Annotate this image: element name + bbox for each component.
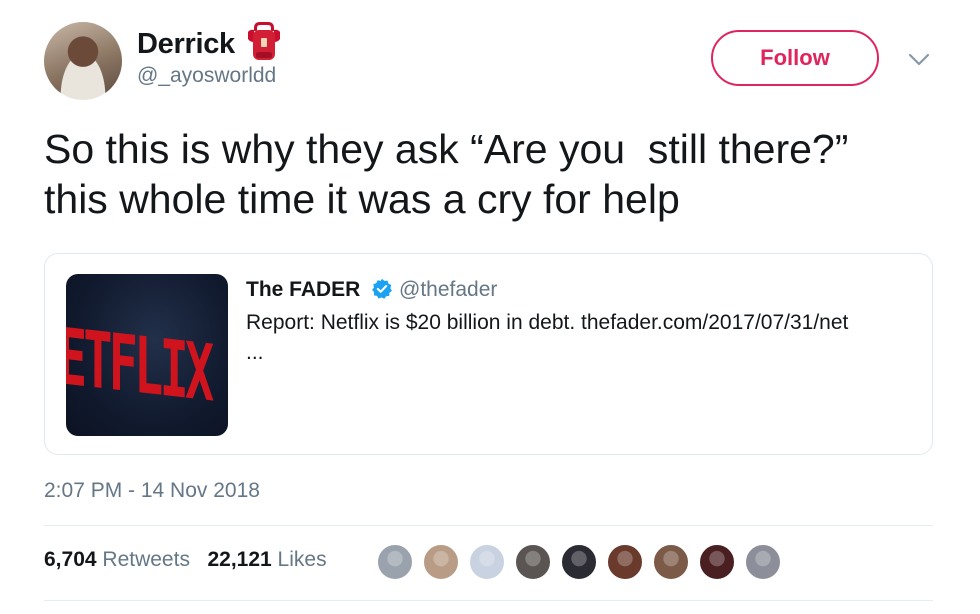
quoted-tweet-card[interactable]: ETFLIX The FADER @thefader Report: Netfl… [44, 253, 933, 455]
chevron-down-icon[interactable] [906, 50, 932, 68]
follow-button[interactable]: Follow [711, 30, 879, 86]
liker-avatar[interactable] [652, 543, 690, 581]
liker-avatar[interactable] [514, 543, 552, 581]
retweets-label: Retweets [102, 548, 190, 571]
liker-avatar[interactable] [698, 543, 736, 581]
author-display-name[interactable]: Derrick [137, 28, 235, 61]
liker-avatar[interactable] [376, 543, 414, 581]
stats-bottom-divider [44, 600, 933, 601]
quoted-author-name: The FADER [246, 278, 361, 301]
likes-count: 22,121 [207, 548, 272, 571]
liker-avatar[interactable] [422, 543, 460, 581]
quoted-tweet-ellipsis: ... [246, 341, 264, 364]
tweet-timestamp[interactable]: 2:07 PM - 14 Nov 2018 [44, 479, 260, 503]
verified-badge-icon [372, 278, 392, 299]
liker-avatar[interactable] [468, 543, 506, 581]
tweet-stats: 6,704 Retweets 22,121 Likes [44, 548, 327, 572]
tweet-text: So this is why they ask “Are you still t… [44, 126, 849, 222]
liker-avatar[interactable] [744, 543, 782, 581]
likes-stat[interactable]: 22,121 Likes [207, 548, 326, 571]
thumbnail-netflix-logo: ETFLIX [66, 312, 211, 420]
backpack-emoji-icon [248, 22, 280, 60]
retweets-count: 6,704 [44, 548, 97, 571]
quoted-author-handle: @thefader [399, 278, 498, 301]
quoted-tweet-text: Report: Netflix is $20 billion in debt. … [246, 311, 849, 334]
author-handle[interactable]: @_ayosworldd [137, 64, 276, 88]
likes-label: Likes [277, 548, 327, 571]
author-avatar[interactable] [44, 22, 122, 100]
retweets-stat[interactable]: 6,704 Retweets [44, 548, 190, 571]
stats-top-divider [44, 525, 933, 526]
liker-avatar[interactable] [560, 543, 598, 581]
liker-avatar[interactable] [606, 543, 644, 581]
quoted-tweet-thumbnail: ETFLIX [66, 274, 228, 436]
